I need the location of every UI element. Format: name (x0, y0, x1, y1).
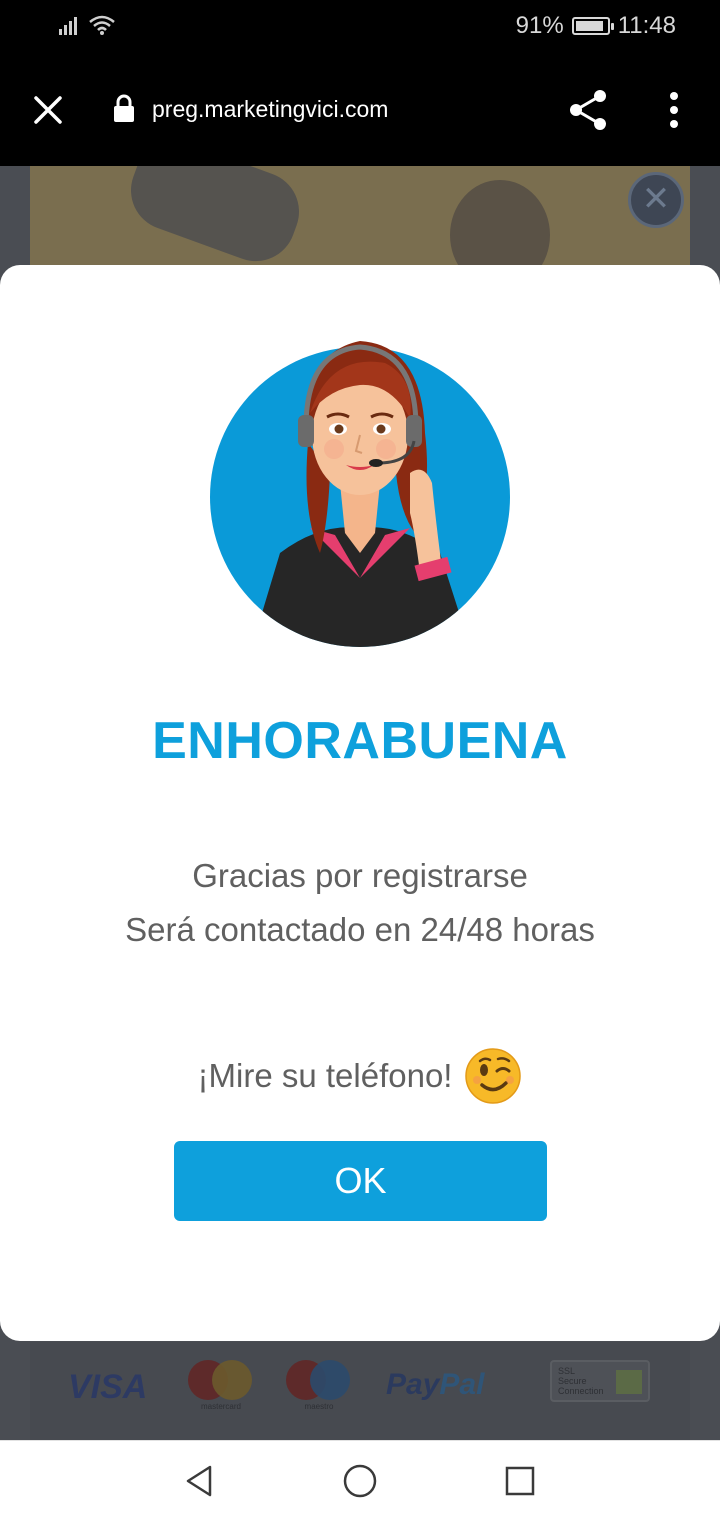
message-line-2: Será contactado en 24/48 horas (125, 911, 595, 948)
banner-arm-shape (119, 166, 311, 273)
url-text[interactable]: preg.marketingvici.com (152, 96, 388, 123)
browser-toolbar: preg.marketingvici.com (0, 56, 720, 166)
mastercard-label: mastercard (200, 1402, 241, 1411)
ssl-check-icon (616, 1370, 642, 1394)
paypal-logo-part1: Pay (386, 1368, 440, 1401)
status-right: 91% 11:48 (516, 12, 676, 40)
banner-person-shape (450, 180, 550, 276)
payment-logos: VISA mastercard maestro PayPal SSL Secur… (30, 1342, 690, 1440)
success-modal: ENHORABUENA Gracias por registrarse Será… (0, 265, 720, 1341)
home-icon[interactable] (342, 1463, 378, 1499)
winking-face-emoji (465, 1048, 522, 1104)
recent-apps-icon[interactable] (502, 1463, 538, 1499)
wifi-icon (89, 15, 115, 35)
back-icon[interactable] (182, 1463, 218, 1499)
background-close-button[interactable]: ✕ (628, 172, 684, 228)
paypal-logo-part2: Pal (439, 1368, 485, 1401)
status-left (58, 14, 116, 36)
mastercard-circle-yellow (212, 1360, 252, 1400)
lock-icon (114, 94, 134, 122)
phone-prompt: ¡Mire su teléfono! (0, 1047, 720, 1105)
support-agent-avatar (210, 341, 510, 647)
modal-title: ENHORABUENA (152, 712, 568, 770)
phone-prompt-text: ¡Mire su teléfono! (197, 1057, 453, 1094)
paypal-logo: PayPal (386, 1368, 484, 1402)
share-icon[interactable] (566, 88, 610, 132)
clock: 11:48 (617, 12, 676, 39)
mastercard-logo: mastercard (188, 1360, 254, 1411)
maestro-logo: maestro (286, 1360, 352, 1411)
background-banner (30, 166, 690, 276)
close-icon[interactable] (28, 90, 68, 130)
ssl-badge: SSL Secure Connection (550, 1360, 650, 1402)
battery-icon (571, 17, 614, 35)
status-bar: 91% 11:48 (0, 0, 720, 56)
battery-percent: 91% (515, 12, 564, 39)
more-vert-icon[interactable] (662, 90, 686, 130)
signal-icon (59, 17, 77, 35)
message-line-1: Gracias por registrarse (192, 857, 528, 894)
system-nav-bar (0, 1440, 720, 1520)
maestro-circle-blue (310, 1360, 350, 1400)
visa-logo: VISA (68, 1368, 148, 1406)
ok-button[interactable]: OK (174, 1141, 547, 1221)
battery-fill (575, 21, 604, 31)
maestro-label: maestro (304, 1402, 334, 1411)
